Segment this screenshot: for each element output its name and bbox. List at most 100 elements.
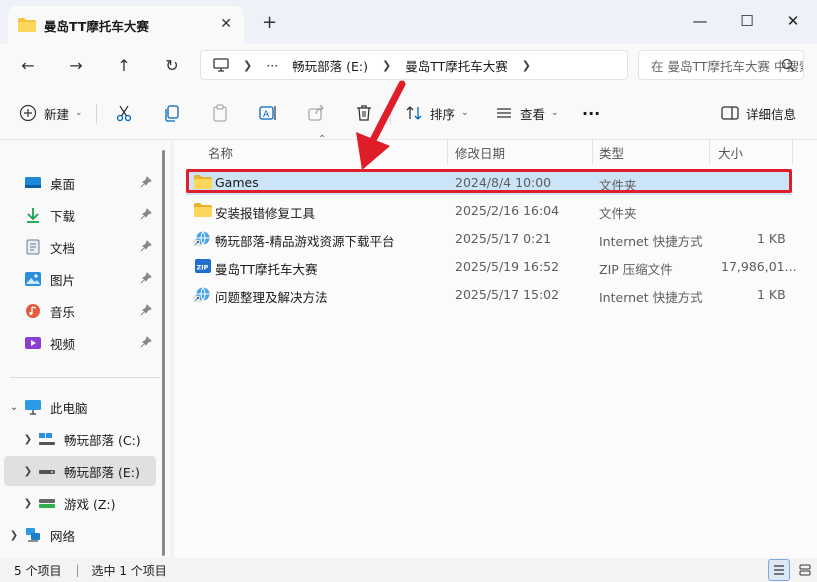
- close-button[interactable]: ✕: [770, 6, 816, 36]
- new-tab-button[interactable]: +: [262, 12, 277, 33]
- column-header-date[interactable]: 修改日期: [455, 140, 505, 164]
- toolbar-divider: [96, 104, 97, 124]
- sort-button[interactable]: 排序 ⌄: [404, 100, 469, 126]
- chevron-right-icon[interactable]: ❯: [18, 434, 38, 445]
- chevron-right-icon: ❯: [381, 58, 392, 72]
- file-row-shortcut-faq[interactable]: 问题整理及解决方法 2025/5/17 15:02 Internet 快捷方式 …: [186, 281, 792, 307]
- column-divider[interactable]: [447, 140, 448, 164]
- paste-button[interactable]: [210, 100, 230, 126]
- share-button[interactable]: [306, 100, 326, 126]
- music-icon: [26, 304, 40, 318]
- delete-button[interactable]: [354, 100, 374, 126]
- pin-icon: [140, 336, 152, 348]
- sidebar-item-drive-e[interactable]: ❯ 畅玩部落 (E:): [4, 456, 156, 486]
- sidebar-item-drive-c[interactable]: ❯ 畅玩部落 (C:): [18, 424, 156, 454]
- chevron-right-icon[interactable]: ❯: [18, 466, 38, 477]
- cut-button[interactable]: [114, 100, 134, 126]
- sidebar-item-documents[interactable]: 文档: [4, 232, 156, 262]
- chevron-down-icon[interactable]: ⌄: [4, 402, 24, 413]
- sidebar-item-label: 桌面: [50, 176, 76, 192]
- sidebar-item-this-pc[interactable]: ⌄ 此电脑: [4, 392, 156, 422]
- file-size: 17,986,01...: [721, 259, 797, 274]
- monitor-icon: [213, 58, 229, 72]
- sidebar-item-desktop[interactable]: 桌面: [4, 168, 156, 198]
- sidebar-item-downloads[interactable]: 下载: [4, 200, 156, 230]
- rename-button[interactable]: A: [258, 100, 278, 126]
- column-divider[interactable]: [792, 140, 793, 164]
- column-header-size[interactable]: 大小: [718, 140, 743, 164]
- details-view-button[interactable]: [768, 559, 790, 581]
- up-button[interactable]: ↑: [110, 52, 138, 78]
- view-list-icon: [497, 108, 511, 118]
- navigation-bar: ← → ↑ ↻ ❯ ··· 畅玩部落 (E:) ❯ 曼岛TT摩托车大赛 ❯ 在 …: [0, 44, 817, 86]
- pin-icon: [140, 176, 152, 188]
- details-pane-button[interactable]: 详细信息: [720, 100, 796, 126]
- refresh-button[interactable]: ↻: [158, 52, 186, 78]
- pin-icon: [140, 208, 152, 220]
- svg-text:A: A: [263, 110, 270, 120]
- sidebar-item-drive-z[interactable]: ❯ 游戏 (Z:): [18, 488, 156, 518]
- view-button[interactable]: 查看 ⌄: [494, 100, 559, 126]
- search-input[interactable]: 在 曼岛TT摩托车大赛 中搜索: [638, 50, 804, 80]
- view-label: 查看: [520, 106, 546, 122]
- chevron-right-icon[interactable]: ❯: [522, 59, 531, 72]
- address-bar[interactable]: ❯ ··· 畅玩部落 (E:) ❯ 曼岛TT摩托车大赛 ❯: [200, 50, 628, 80]
- sidebar-item-label: 畅玩部落 (E:): [64, 464, 140, 480]
- file-date: 2025/5/19 16:52: [455, 259, 560, 274]
- breadcrumb-folder[interactable]: 曼岛TT摩托车大赛: [405, 56, 508, 75]
- pin-icon: [140, 240, 152, 252]
- folder-icon: [18, 18, 36, 32]
- maximize-button[interactable]: ☐: [724, 6, 770, 36]
- file-name: 畅玩部落-精品游戏资源下载平台: [215, 234, 395, 249]
- sidebar-item-music[interactable]: 音乐: [4, 296, 156, 326]
- system-drive-icon: [39, 433, 55, 445]
- new-button[interactable]: 新建 ⌄: [18, 100, 83, 126]
- tiles-view-icon: [799, 564, 811, 576]
- file-row-repair-tool[interactable]: 安装报错修复工具 2025/2/16 16:04 文件夹: [186, 197, 792, 223]
- folder-icon: [194, 203, 212, 217]
- pictures-icon: [25, 272, 41, 286]
- sidebar-item-pictures[interactable]: 图片: [4, 264, 156, 294]
- file-name: 曼岛TT摩托车大赛: [215, 262, 318, 277]
- selected-count: 选中 1 个项目: [91, 563, 167, 578]
- file-row-games[interactable]: Games 2024/8/4 10:00 文件夹: [186, 169, 792, 195]
- internet-shortcut-icon: [194, 287, 210, 302]
- copy-button[interactable]: [162, 100, 182, 126]
- sidebar-item-label: 视频: [50, 336, 76, 352]
- title-bar: 曼岛TT摩托车大赛 ✕ + — ☐ ✕: [0, 0, 817, 44]
- drive-icon: [39, 470, 55, 474]
- column-divider[interactable]: [592, 140, 593, 164]
- tiles-view-button[interactable]: [794, 559, 816, 581]
- breadcrumb-overflow[interactable]: ···: [266, 58, 278, 73]
- sidebar-item-network[interactable]: ❯ 网络: [4, 520, 156, 550]
- chevron-right-icon[interactable]: ❯: [4, 530, 24, 541]
- copy-icon: [165, 105, 179, 122]
- file-row-zip-archive[interactable]: ZIP 曼岛TT摩托车大赛 2025/5/19 16:52 ZIP 压缩文件 1…: [186, 253, 797, 279]
- file-date: 2025/2/16 16:04: [455, 203, 560, 218]
- network-drive-icon: [39, 499, 55, 508]
- sidebar-item-videos[interactable]: 视频: [4, 328, 156, 358]
- sidebar-item-label: 游戏 (Z:): [64, 496, 116, 512]
- rename-icon: A: [259, 106, 276, 120]
- plus-circle-icon: [19, 104, 37, 122]
- sidebar-item-label: 畅玩部落 (C:): [64, 432, 141, 448]
- chevron-right-icon[interactable]: ❯: [18, 498, 38, 509]
- column-header-name[interactable]: 名称: [208, 140, 233, 164]
- back-button[interactable]: ←: [14, 52, 42, 78]
- column-header-type[interactable]: 类型: [599, 140, 624, 164]
- file-date: 2025/5/17 15:02: [455, 287, 560, 302]
- breadcrumb-drive[interactable]: 畅玩部落 (E:): [292, 56, 368, 75]
- file-size: 1 KB: [757, 287, 786, 302]
- network-icon: [26, 528, 40, 542]
- tab-current[interactable]: 曼岛TT摩托车大赛 ✕: [8, 6, 244, 44]
- tab-title: 曼岛TT摩托车大赛: [44, 18, 149, 34]
- sidebar-scrollbar[interactable]: [162, 150, 165, 556]
- new-label: 新建: [44, 106, 70, 122]
- column-divider[interactable]: [709, 140, 710, 164]
- file-row-shortcut-platform[interactable]: 畅玩部落-精品游戏资源下载平台 2025/5/17 0:21 Internet …: [186, 225, 792, 251]
- forward-button[interactable]: →: [62, 52, 90, 78]
- more-options-button[interactable]: ···: [582, 100, 600, 126]
- minimize-button[interactable]: —: [677, 6, 723, 36]
- tab-close-icon[interactable]: ✕: [220, 16, 232, 32]
- chevron-down-icon: ⌄: [75, 108, 83, 118]
